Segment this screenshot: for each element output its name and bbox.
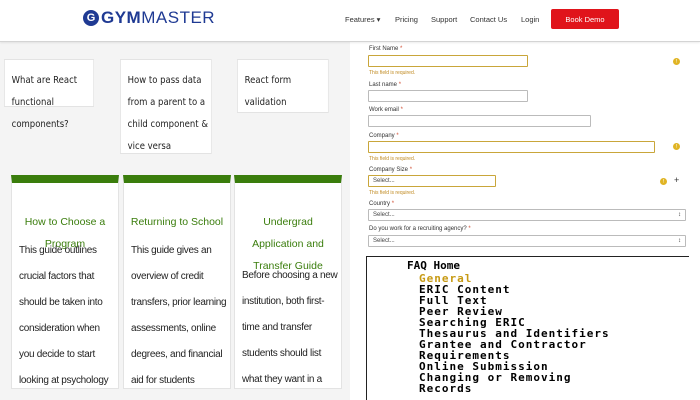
logo-g-icon: G (83, 10, 99, 26)
nav-support[interactable]: Support (431, 15, 457, 24)
last-name-label: Last name * (369, 82, 401, 88)
company-label: Company * (369, 133, 399, 139)
recruiting-agency-label: Do you work for a recruiting agency? * (369, 226, 471, 232)
company-size-label-text: Company Size (369, 167, 409, 173)
company-size-error: This field is required. (369, 190, 416, 196)
question-text: How to pass data from a parent to a chil… (127, 75, 208, 152)
required-mark: * (400, 107, 403, 113)
company-size-label: Company Size * (369, 167, 412, 173)
question-text: What are React functional components? (11, 75, 78, 130)
gymmaster-logo[interactable]: G GYMMASTER (83, 8, 215, 28)
country-value: Select... (373, 212, 395, 218)
last-name-input[interactable] (368, 90, 528, 102)
country-label-text: Country (369, 201, 391, 207)
book-demo-button[interactable]: Book Demo (551, 9, 619, 29)
company-error: This field is required. (369, 156, 416, 162)
country-select[interactable]: Select... ↕ (368, 209, 686, 221)
required-mark: * (398, 82, 402, 88)
question-card[interactable]: React form validation (237, 59, 329, 113)
question-card[interactable]: What are React functional components? (4, 59, 95, 130)
screenshot-collage: G GYMMASTER Features ▾ Pricing Support C… (0, 0, 700, 400)
guide-body: This guide outlines crucial factors that… (19, 245, 109, 386)
first-name-error: This field is required. (369, 70, 416, 76)
faq-home-link[interactable]: FAQ Home (407, 259, 460, 272)
required-mark: * (391, 201, 395, 207)
recruiting-agency-value: Select... (373, 238, 395, 244)
faq-menu: FAQ Home General ERIC Content Full Text … (366, 256, 689, 400)
question-card[interactable]: How to pass data from a parent to a chil… (120, 59, 212, 154)
work-email-label-text: Work email (369, 107, 399, 113)
logo-wordmark: GYMMASTER (101, 8, 215, 28)
guide-title[interactable]: Returning to School (128, 211, 226, 233)
recruiting-agency-label-text: Do you work for a recruiting agency? (369, 226, 467, 232)
company-size-select[interactable]: Select... (368, 175, 496, 187)
first-name-input[interactable] (368, 55, 528, 67)
site-header: G GYMMASTER Features ▾ Pricing Support C… (0, 0, 700, 42)
nav-pricing[interactable]: Pricing (395, 15, 418, 24)
logo-master-text: MASTER (141, 8, 216, 27)
add-icon[interactable]: + (674, 175, 679, 185)
question-text: React form validation (244, 75, 292, 108)
contact-form-panel: First Name * This field is required. ! L… (350, 42, 700, 400)
chevron-updown-icon: ↕ (678, 212, 681, 218)
required-mark: * (409, 167, 413, 173)
logo-gym-text: GYM (101, 8, 142, 27)
warning-icon: ! (673, 58, 680, 65)
required-mark: * (396, 133, 399, 139)
left-content-panel: What are React functional components? Ho… (0, 42, 350, 400)
warning-icon: ! (660, 178, 667, 185)
nav-features[interactable]: Features ▾ (345, 15, 380, 24)
warning-icon: ! (673, 143, 680, 150)
recruiting-agency-select[interactable]: Select... ↕ (368, 235, 686, 247)
required-mark: * (468, 226, 471, 232)
guide-card[interactable]: Undergrad Application and Transfer Guide… (234, 175, 342, 389)
guide-card[interactable]: How to Choose a Program This guide outli… (11, 175, 119, 389)
company-input[interactable] (368, 141, 655, 153)
guide-body: Before choosing a new institution, both … (242, 270, 338, 385)
last-name-label-text: Last name (369, 82, 398, 88)
guide-body: This guide gives an overview of credit t… (131, 245, 227, 386)
work-email-label: Work email * (369, 107, 403, 113)
company-size-value: Select... (373, 178, 395, 184)
faq-item-records[interactable]: Records (419, 382, 472, 395)
work-email-input[interactable] (368, 115, 591, 127)
required-mark: * (400, 46, 403, 52)
chevron-updown-icon: ↕ (678, 238, 681, 244)
first-name-label: First Name * (369, 46, 402, 52)
nav-login[interactable]: Login (521, 15, 539, 24)
nav-contact-us[interactable]: Contact Us (470, 15, 507, 24)
company-label-text: Company (369, 133, 395, 139)
country-label: Country * (369, 201, 394, 207)
guide-card[interactable]: Returning to School This guide gives an … (123, 175, 231, 389)
first-name-label-text: First Name (369, 46, 399, 52)
